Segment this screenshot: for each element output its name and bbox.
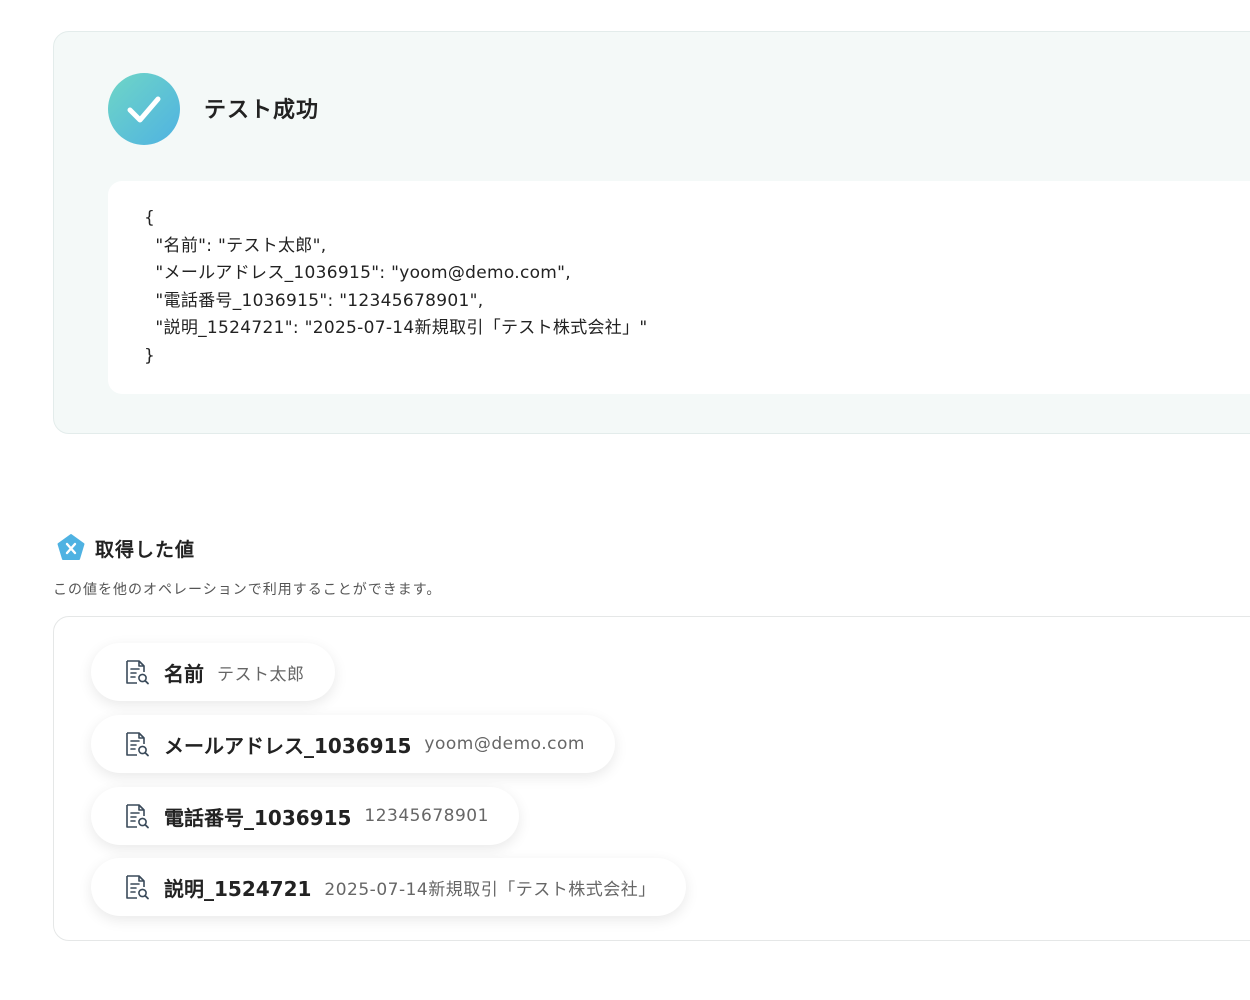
json-line: } <box>144 345 156 366</box>
json-line: { <box>144 208 156 228</box>
check-icon <box>108 73 180 145</box>
json-output: { "名前": "テスト太郎", "メールアドレス_1036915": "yoo… <box>108 181 1250 394</box>
value-key: 説明_1524721 <box>164 876 312 901</box>
value-chip-name[interactable]: 名前 テスト太郎 <box>91 643 335 701</box>
value-text: 12345678901 <box>364 806 489 826</box>
test-result-card: テスト成功 { "名前": "テスト太郎", "メールアドレス_1036915"… <box>53 31 1250 434</box>
json-line: "メールアドレス_1036915": "yoom@demo.com", <box>144 263 571 283</box>
document-search-icon <box>126 660 149 685</box>
json-line: "説明_1524721": "2025-07-14新規取引「テスト株式会社」" <box>144 318 648 338</box>
value-key: メールアドレス_1036915 <box>164 733 412 758</box>
variable-x-icon <box>57 534 85 560</box>
value-text: 2025-07-14新規取引「テスト株式会社」 <box>324 879 656 900</box>
value-text: テスト太郎 <box>217 664 305 685</box>
value-key: 名前 <box>164 661 204 686</box>
value-text: yoom@demo.com <box>424 734 585 754</box>
value-chip-phone[interactable]: 電話番号_1036915 12345678901 <box>91 787 519 845</box>
value-chip-description[interactable]: 説明_1524721 2025-07-14新規取引「テスト株式会社」 <box>91 858 686 916</box>
retrieved-values-card: 名前 テスト太郎 メールアドレス_1036915 yoom@demo.com 電… <box>53 616 1250 941</box>
value-key: 電話番号_1036915 <box>164 805 352 830</box>
document-search-icon <box>126 875 149 900</box>
retrieved-values-description: この値を他のオペレーションで利用することができます。 <box>53 582 442 598</box>
value-chip-email[interactable]: メールアドレス_1036915 yoom@demo.com <box>91 715 615 773</box>
json-line: "名前": "テスト太郎", <box>144 235 327 256</box>
retrieved-values-title: 取得した値 <box>95 538 196 561</box>
test-success-title: テスト成功 <box>204 98 320 123</box>
json-line: "電話番号_1036915": "12345678901", <box>144 290 484 311</box>
retrieved-values-header: 取得した値 <box>56 533 195 563</box>
document-search-icon <box>126 732 149 757</box>
page: テスト成功 { "名前": "テスト太郎", "メールアドレス_1036915"… <box>0 0 1250 1000</box>
document-search-icon <box>126 804 149 829</box>
